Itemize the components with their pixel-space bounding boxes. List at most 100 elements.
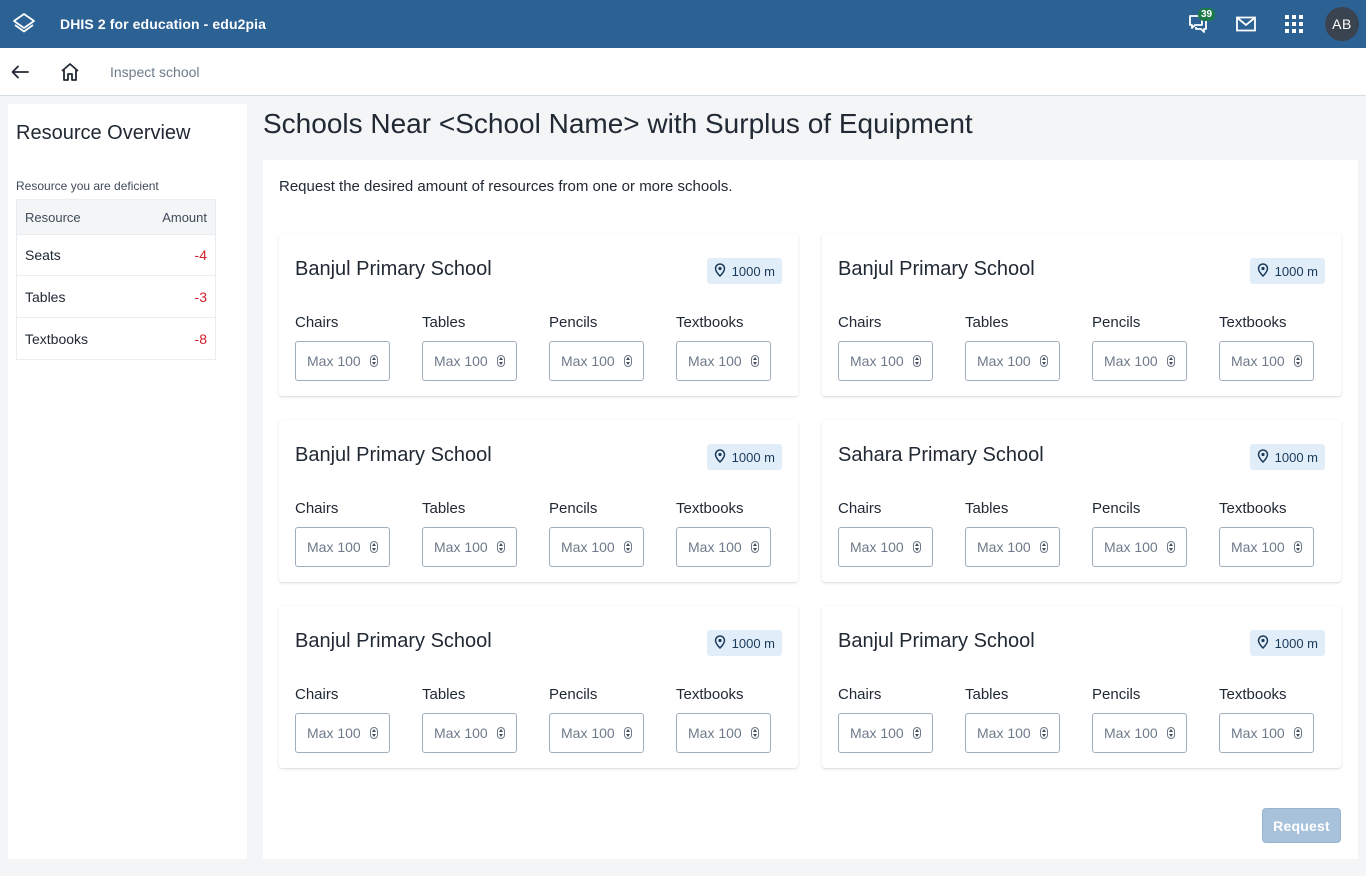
pencils-label: Pencils — [1092, 500, 1141, 517]
mail-icon[interactable] — [1222, 0, 1270, 48]
chairs-label: Chairs — [838, 314, 882, 331]
stepper-icon[interactable] — [497, 355, 505, 367]
input-placeholder: Max 100 — [1231, 725, 1285, 741]
input-placeholder: Max 100 — [850, 539, 904, 555]
stepper-icon[interactable] — [1167, 541, 1175, 553]
tables-field: Tables Max 100 — [422, 500, 517, 567]
tables-input[interactable]: Max 100 — [965, 527, 1060, 567]
stepper-icon[interactable] — [913, 727, 921, 739]
back-arrow-icon[interactable] — [0, 48, 40, 96]
breadcrumb[interactable]: Inspect school — [110, 64, 200, 80]
stepper-icon[interactable] — [1167, 355, 1175, 367]
tables-input[interactable]: Max 100 — [422, 341, 517, 381]
pencils-input[interactable]: Max 100 — [549, 527, 644, 567]
school-card: Banjul Primary School 1000 m Chairs Max 100… — [822, 234, 1341, 396]
textbooks-input[interactable]: Max 100 — [1219, 341, 1314, 381]
resource-amount: -8 — [128, 317, 216, 360]
stepper-icon[interactable] — [1040, 541, 1048, 553]
school-name: Banjul Primary School — [295, 258, 492, 280]
chairs-input[interactable]: Max 100 — [295, 713, 390, 753]
column-header-resource: Resource — [16, 199, 129, 235]
pencils-input[interactable]: Max 100 — [1092, 527, 1187, 567]
stepper-icon[interactable] — [1040, 355, 1048, 367]
school-name: Banjul Primary School — [295, 444, 492, 466]
stepper-icon[interactable] — [370, 355, 378, 367]
pencils-input[interactable]: Max 100 — [1092, 713, 1187, 753]
distance-value: 1000 m — [1274, 449, 1318, 465]
home-icon[interactable] — [50, 48, 90, 96]
stepper-icon[interactable] — [624, 355, 632, 367]
logo-icon[interactable] — [0, 0, 48, 48]
stepper-icon[interactable] — [913, 541, 921, 553]
input-placeholder: Max 100 — [1231, 539, 1285, 555]
textbooks-field: Textbooks Max 100 — [676, 314, 771, 381]
stepper-icon[interactable] — [1294, 727, 1302, 739]
stepper-icon[interactable] — [624, 727, 632, 739]
textbooks-label: Textbooks — [1219, 686, 1287, 703]
pencils-input[interactable]: Max 100 — [549, 713, 644, 753]
distance-tag: 1000 m — [706, 630, 782, 656]
pencils-label: Pencils — [549, 314, 598, 331]
tables-input[interactable]: Max 100 — [422, 527, 517, 567]
chairs-field: Chairs Max 100 — [838, 314, 933, 381]
tables-label: Tables — [965, 500, 1009, 517]
request-button[interactable]: Request — [1262, 808, 1341, 843]
stepper-icon[interactable] — [370, 727, 378, 739]
tables-input[interactable]: Max 100 — [965, 713, 1060, 753]
input-placeholder: Max 100 — [307, 353, 361, 369]
textbooks-label: Textbooks — [676, 500, 744, 517]
input-placeholder: Max 100 — [434, 353, 488, 369]
stepper-icon[interactable] — [370, 541, 378, 553]
distance-tag: 1000 m — [706, 444, 782, 470]
stepper-icon[interactable] — [1294, 541, 1302, 553]
input-placeholder: Max 100 — [688, 539, 742, 555]
interpretations-icon[interactable]: 39 — [1174, 0, 1222, 48]
textbooks-input[interactable]: Max 100 — [1219, 713, 1314, 753]
pencils-field: Pencils Max 100 — [549, 500, 644, 567]
tables-label: Tables — [965, 314, 1009, 331]
input-placeholder: Max 100 — [434, 539, 488, 555]
stepper-icon[interactable] — [497, 727, 505, 739]
distance-value: 1000 m — [731, 449, 775, 465]
stepper-icon[interactable] — [624, 541, 632, 553]
chairs-field: Chairs Max 100 — [838, 686, 933, 753]
chairs-input[interactable]: Max 100 — [295, 527, 390, 567]
input-placeholder: Max 100 — [688, 725, 742, 741]
stepper-icon[interactable] — [497, 541, 505, 553]
tables-input[interactable]: Max 100 — [965, 341, 1060, 381]
stepper-icon[interactable] — [1167, 727, 1175, 739]
school-name: Sahara Primary School — [838, 444, 1044, 466]
table-row: Tables -3 — [16, 275, 216, 318]
stepper-icon[interactable] — [751, 541, 759, 553]
input-placeholder: Max 100 — [307, 539, 361, 555]
pencils-field: Pencils Max 100 — [1092, 500, 1187, 567]
chairs-input[interactable]: Max 100 — [838, 713, 933, 753]
chairs-input[interactable]: Max 100 — [838, 527, 933, 567]
textbooks-input[interactable]: Max 100 — [676, 527, 771, 567]
textbooks-input[interactable]: Max 100 — [676, 341, 771, 381]
apps-grid-icon[interactable] — [1270, 0, 1318, 48]
stepper-icon[interactable] — [1294, 355, 1302, 367]
chairs-input[interactable]: Max 100 — [838, 341, 933, 381]
textbooks-input[interactable]: Max 100 — [676, 713, 771, 753]
input-placeholder: Max 100 — [850, 353, 904, 369]
main-panel: Request the desired amount of resources … — [263, 160, 1358, 859]
pencils-input[interactable]: Max 100 — [1092, 341, 1187, 381]
pencils-input[interactable]: Max 100 — [549, 341, 644, 381]
chairs-label: Chairs — [295, 500, 339, 517]
table-row: Textbooks -8 — [16, 317, 216, 360]
tables-field: Tables Max 100 — [965, 500, 1060, 567]
stepper-icon[interactable] — [1040, 727, 1048, 739]
chairs-input[interactable]: Max 100 — [295, 341, 390, 381]
stepper-icon[interactable] — [751, 355, 759, 367]
input-placeholder: Max 100 — [1104, 353, 1158, 369]
school-name: Banjul Primary School — [838, 258, 1035, 280]
deficient-label: Resource you are deficient — [16, 179, 159, 193]
tables-input[interactable]: Max 100 — [422, 713, 517, 753]
stepper-icon[interactable] — [751, 727, 759, 739]
chairs-field: Chairs Max 100 — [295, 314, 390, 381]
stepper-icon[interactable] — [913, 355, 921, 367]
textbooks-input[interactable]: Max 100 — [1219, 527, 1314, 567]
textbooks-field: Textbooks Max 100 — [1219, 686, 1314, 753]
avatar[interactable]: AB — [1325, 7, 1359, 41]
